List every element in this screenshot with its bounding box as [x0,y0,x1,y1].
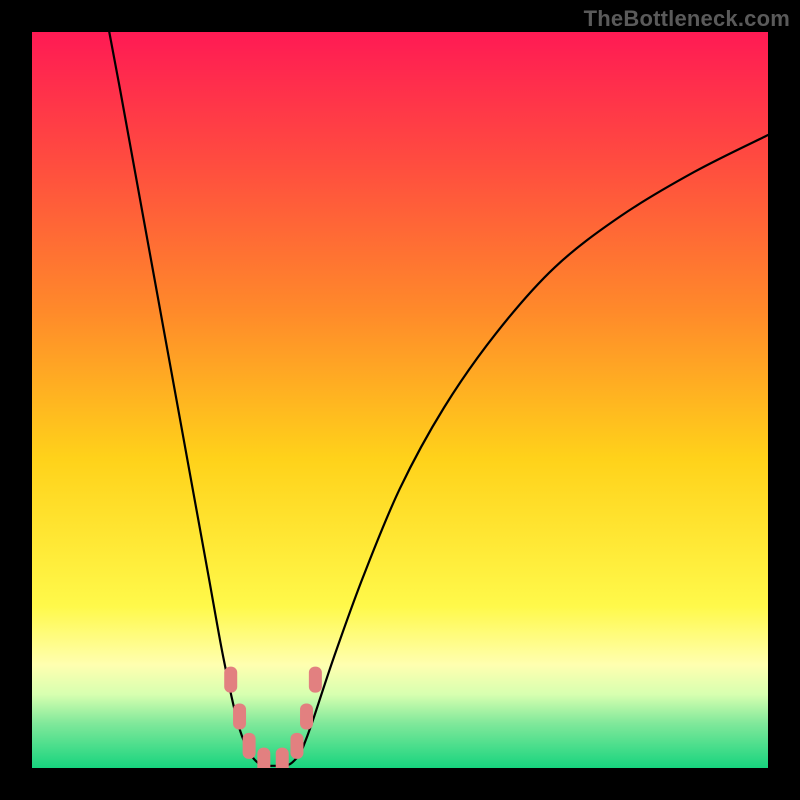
chart-svg [32,32,768,768]
chart-background [32,32,768,768]
valley-marker [224,667,237,693]
valley-marker [276,748,289,768]
valley-marker [233,703,246,729]
plot-area [32,32,768,768]
watermark-text: TheBottleneck.com [584,6,790,32]
valley-marker [290,733,303,759]
valley-marker [257,748,270,768]
valley-marker [309,667,322,693]
chart-frame: TheBottleneck.com [0,0,800,800]
valley-marker [243,733,256,759]
valley-marker [300,703,313,729]
